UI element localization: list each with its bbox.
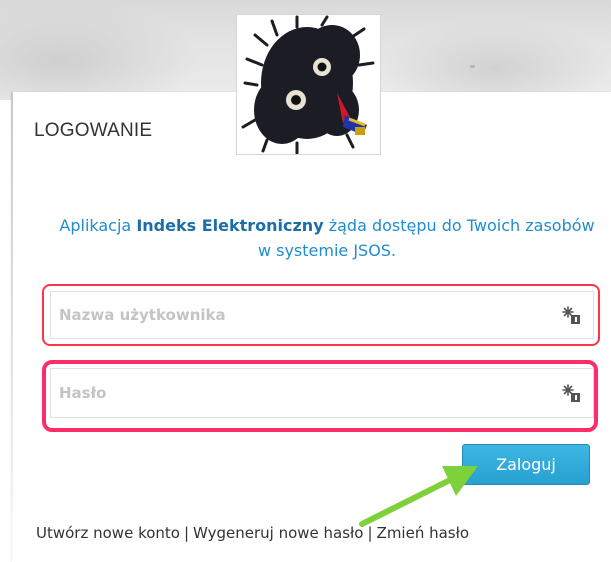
page-title: LOGOWANIE xyxy=(34,120,153,141)
footer-links: Utwórz nowe konto | Wygeneruj nowe hasło | Z… xyxy=(36,524,469,542)
create-account-link[interactable]: Utwórz nowe konto xyxy=(36,524,180,542)
password-input[interactable] xyxy=(51,369,593,417)
app-name: Indeks Elektroniczny xyxy=(136,216,324,235)
generate-password-link[interactable]: Wygeneruj nowe hasło xyxy=(193,524,363,542)
link-separator: | xyxy=(183,524,190,542)
username-input[interactable] xyxy=(51,292,593,338)
username-field[interactable] xyxy=(50,291,594,339)
background-speck xyxy=(470,65,475,68)
link-separator: | xyxy=(367,524,373,542)
key-icon[interactable] xyxy=(561,383,581,403)
avatar xyxy=(236,14,381,155)
card-edge xyxy=(11,92,13,512)
change-password-link[interactable]: Zmień hasło xyxy=(377,524,470,542)
monster-avatar-icon xyxy=(237,15,380,154)
password-field[interactable] xyxy=(50,368,594,418)
key-icon[interactable] xyxy=(561,305,581,325)
intro-text-before: Aplikacja xyxy=(59,216,137,235)
background-shade xyxy=(380,20,610,100)
intro-text: Aplikacja Indeks Elektroniczny żąda dost… xyxy=(52,213,602,263)
background-shade xyxy=(0,0,200,100)
